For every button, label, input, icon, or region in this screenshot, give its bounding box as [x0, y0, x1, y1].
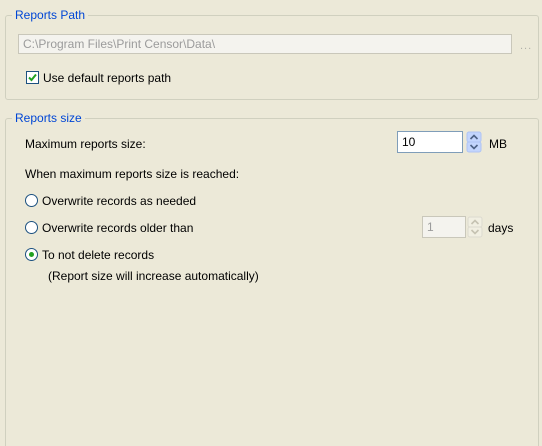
- do-not-delete-radio[interactable]: [25, 248, 38, 261]
- overwrite-older-than-label[interactable]: Overwrite records older than: [42, 221, 193, 235]
- overwrite-older-than-radio[interactable]: [25, 221, 38, 234]
- max-size-input[interactable]: 10: [397, 131, 463, 153]
- check-mark-icon: [28, 73, 37, 82]
- max-size-label: Maximum reports size:: [25, 137, 146, 151]
- spin-down-arrow-icon: [467, 226, 483, 238]
- overwrite-as-needed-radio[interactable]: [25, 194, 38, 207]
- size-increase-note: (Report size will increase automatically…: [48, 269, 259, 283]
- browse-button: ...: [520, 40, 533, 52]
- reports-path-legend: Reports Path: [12, 7, 89, 23]
- max-size-unit: MB: [489, 137, 507, 151]
- reports-size-legend: Reports size: [12, 110, 85, 126]
- radio-selected-dot-icon: [29, 252, 34, 257]
- older-than-input: 1: [422, 216, 466, 238]
- older-than-spinner: [467, 216, 483, 238]
- when-reached-label: When maximum reports size is reached:: [25, 167, 240, 181]
- overwrite-as-needed-label[interactable]: Overwrite records as needed: [42, 194, 196, 208]
- reports-path-input: C:\Program Files\Print Censor\Data\: [18, 34, 512, 54]
- use-default-path-label[interactable]: Use default reports path: [43, 71, 171, 85]
- spin-up-arrow-icon: [467, 216, 483, 228]
- max-size-spinner[interactable]: [466, 131, 482, 153]
- reports-path-group: Reports Path: [5, 7, 539, 100]
- reports-settings-page: Reports Path C:\Program Files\Print Cens…: [0, 0, 542, 446]
- spin-down-arrow-icon: [466, 141, 482, 153]
- spin-up-arrow-icon: [466, 131, 482, 143]
- older-than-unit: days: [488, 221, 514, 235]
- use-default-path-checkbox[interactable]: [26, 71, 39, 84]
- do-not-delete-label[interactable]: To not delete records: [42, 248, 154, 262]
